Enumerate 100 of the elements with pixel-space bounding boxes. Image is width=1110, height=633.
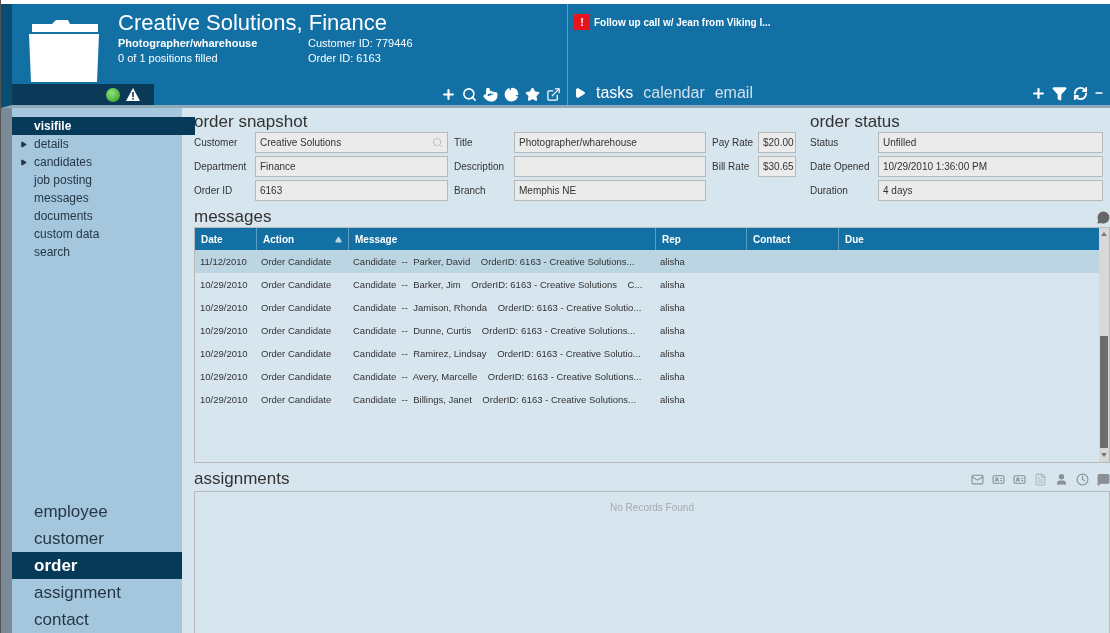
table-cell-text: 10/29/2010 (199, 347, 249, 361)
panel-tab[interactable]: email (714, 84, 753, 102)
table-cell-text: Order Candidate (260, 301, 333, 315)
input-field[interactable] (514, 156, 706, 177)
sidebar-item[interactable]: candidates (12, 153, 195, 171)
status-dot-icon (106, 87, 120, 102)
sidebar-item[interactable]: details (12, 135, 195, 153)
comment-icon[interactable] (1097, 472, 1110, 486)
table-cell-text: alisha (659, 393, 686, 407)
module-tab[interactable]: order (12, 552, 182, 579)
alert-text[interactable]: Follow up call w/ Jean from Viking I... (594, 16, 771, 28)
input-field[interactable]: Photographer/wharehouse (514, 132, 706, 153)
table-cell-text: alisha (659, 255, 686, 269)
table-cell-text: alisha (659, 324, 686, 338)
field-label: Branch (454, 184, 487, 198)
table-cell-text: alisha (659, 347, 686, 361)
input-field[interactable]: 10/29/2010 1:36:00 PM (878, 156, 1103, 177)
comment-icon[interactable] (1097, 210, 1110, 224)
message-row[interactable]: 10/29/2010 Order Candidate Candidate -- Billings, Janet OrderID: 6163 - Creative Solutions... alisha (195, 388, 1099, 411)
sort-icon (335, 235, 342, 243)
input-field[interactable]: Memphis NE (514, 180, 706, 201)
field-label: Duration (810, 184, 849, 198)
table-cell-text: Order Candidate (260, 370, 333, 384)
field-label: Description (454, 160, 506, 174)
section-title: order snapshot (194, 112, 309, 132)
input-field[interactable]: Unfilled (878, 132, 1103, 153)
column-header[interactable]: Date (195, 228, 256, 250)
table-cell-text: Order Candidate (260, 324, 333, 338)
table-cell-text: Candidate -- Billings, Janet OrderID: 6163 - Creative Solutions... (352, 393, 638, 407)
table-cell-text: Candidate -- Jamison, Rhonda OrderID: 6163 - Creative Solutio... (352, 301, 643, 315)
sidebar-item[interactable]: job posting (12, 171, 195, 189)
message-row[interactable]: 10/29/2010 Order Candidate Candidate -- Barker, Jim OrderID: 6163 - Creative Solutions C... alisha (195, 273, 1099, 296)
person-icon[interactable] (1055, 472, 1068, 486)
message-row[interactable]: 10/29/2010 Order Candidate Candidate -- Jamison, Rhonda OrderID: 6163 - Creative Solutio... alisha (195, 296, 1099, 319)
table-cell-text: Candidate -- Barker, Jim OrderID: 6163 - Creative Solutions C... (352, 278, 644, 292)
warning-icon (126, 88, 140, 101)
sidebar-item[interactable]: documents (12, 207, 195, 225)
refresh-icon[interactable] (1073, 85, 1088, 101)
sidebar-item[interactable]: custom data (12, 225, 195, 243)
field-label: Department (194, 160, 248, 174)
field-label: Pay Rate (712, 136, 755, 150)
input-field[interactable]: $20.00 (758, 132, 796, 153)
section-title: messages (194, 207, 272, 227)
star-icon[interactable] (525, 87, 540, 102)
expand-icon[interactable] (20, 140, 27, 148)
play-icon[interactable] (574, 87, 586, 99)
table-cell-text: Candidate -- Parker, David OrderID: 6163 - Creative Solutions... (352, 255, 636, 269)
table-cell-text: 10/29/2010 (199, 324, 249, 338)
record-title: Creative Solutions, Finance (118, 10, 389, 36)
field-label: Customer (194, 136, 239, 150)
table-cell-text: Order Candidate (260, 255, 333, 269)
sidebar-item[interactable]: search (12, 243, 195, 261)
table-cell-text: alisha (659, 278, 686, 292)
empty-message: No Records Found (610, 502, 694, 515)
table-cell-text: 10/29/2010 (199, 301, 249, 315)
pie-chart-icon[interactable] (504, 87, 519, 102)
field-label: Status (810, 136, 840, 150)
message-row[interactable]: 11/12/2010 Order Candidate Candidate -- Parker, David OrderID: 6163 - Creative Solutions... alisha (195, 250, 1099, 273)
input-field[interactable]: 4 days (878, 180, 1103, 201)
add-icon[interactable] (1031, 85, 1046, 101)
table-cell-text: Candidate -- Ramirez, Lindsay OrderID: 6163 - Creative Solutio... (352, 347, 642, 361)
table-cell-text: alisha (659, 370, 686, 384)
table-cell-text: Order Candidate (260, 278, 333, 292)
field-label: Date Opened (810, 160, 871, 174)
input-field[interactable]: Finance (255, 156, 448, 177)
message-row[interactable]: 10/29/2010 Order Candidate Candidate -- Ramirez, Lindsay OrderID: 6163 - Creative Solutio... alisha (195, 342, 1099, 365)
input-field[interactable]: 6163 (255, 180, 448, 201)
input-field[interactable]: $30.65 (758, 156, 796, 177)
search-icon[interactable] (462, 87, 477, 102)
table-cell-text: Order Candidate (260, 393, 333, 407)
customer-id: Customer ID: 779446 (308, 36, 413, 51)
external-link-icon[interactable] (546, 87, 561, 102)
table-cell-text: 10/29/2010 (199, 370, 249, 384)
sidebar-item[interactable]: messages (12, 189, 195, 207)
scrollbar[interactable] (1099, 228, 1109, 462)
message-row[interactable]: 10/29/2010 Order Candidate Candidate -- Dunne, Curtis OrderID: 6163 - Creative Solutions... alisha (195, 319, 1099, 342)
expand-icon[interactable] (20, 158, 27, 166)
table-cell-text: 10/29/2010 (199, 393, 249, 407)
message-row[interactable]: 10/29/2010 Order Candidate Candidate -- Avery, Marcelle OrderID: 6163 - Creative Solutions... alisha (195, 365, 1099, 388)
panel-tab[interactable]: tasks (596, 84, 634, 102)
sidebar-item[interactable]: visifile (12, 117, 195, 135)
field-label: Title (454, 136, 474, 150)
field-label: Order ID (194, 184, 234, 198)
panel-tab[interactable]: calendar (643, 84, 705, 102)
table-cell-text: 11/12/2010 (199, 255, 248, 269)
alert-badge: ! (574, 14, 590, 30)
filter-icon[interactable] (1052, 85, 1067, 101)
section-title: order status (810, 112, 901, 132)
field-label: Bill Rate (712, 160, 751, 174)
hand-pointer-icon[interactable] (483, 87, 498, 102)
order-id: Order ID: 6163 (308, 51, 382, 66)
add-icon[interactable] (441, 87, 456, 102)
position-title: Photographer/wharehouse (118, 36, 259, 51)
table-cell-text: 10/29/2010 (199, 278, 249, 292)
table-cell-text: Order Candidate (260, 347, 333, 361)
table-cell-text: alisha (659, 301, 686, 315)
table-cell-text: Candidate -- Dunne, Curtis OrderID: 6163 - Creative Solutions... (352, 324, 637, 338)
positions-filled: 0 of 1 positions filled (118, 51, 219, 66)
input-field[interactable]: Creative Solutions (255, 132, 448, 153)
table-cell-text: Candidate -- Avery, Marcelle OrderID: 6163 - Creative Solutions... (352, 370, 643, 384)
